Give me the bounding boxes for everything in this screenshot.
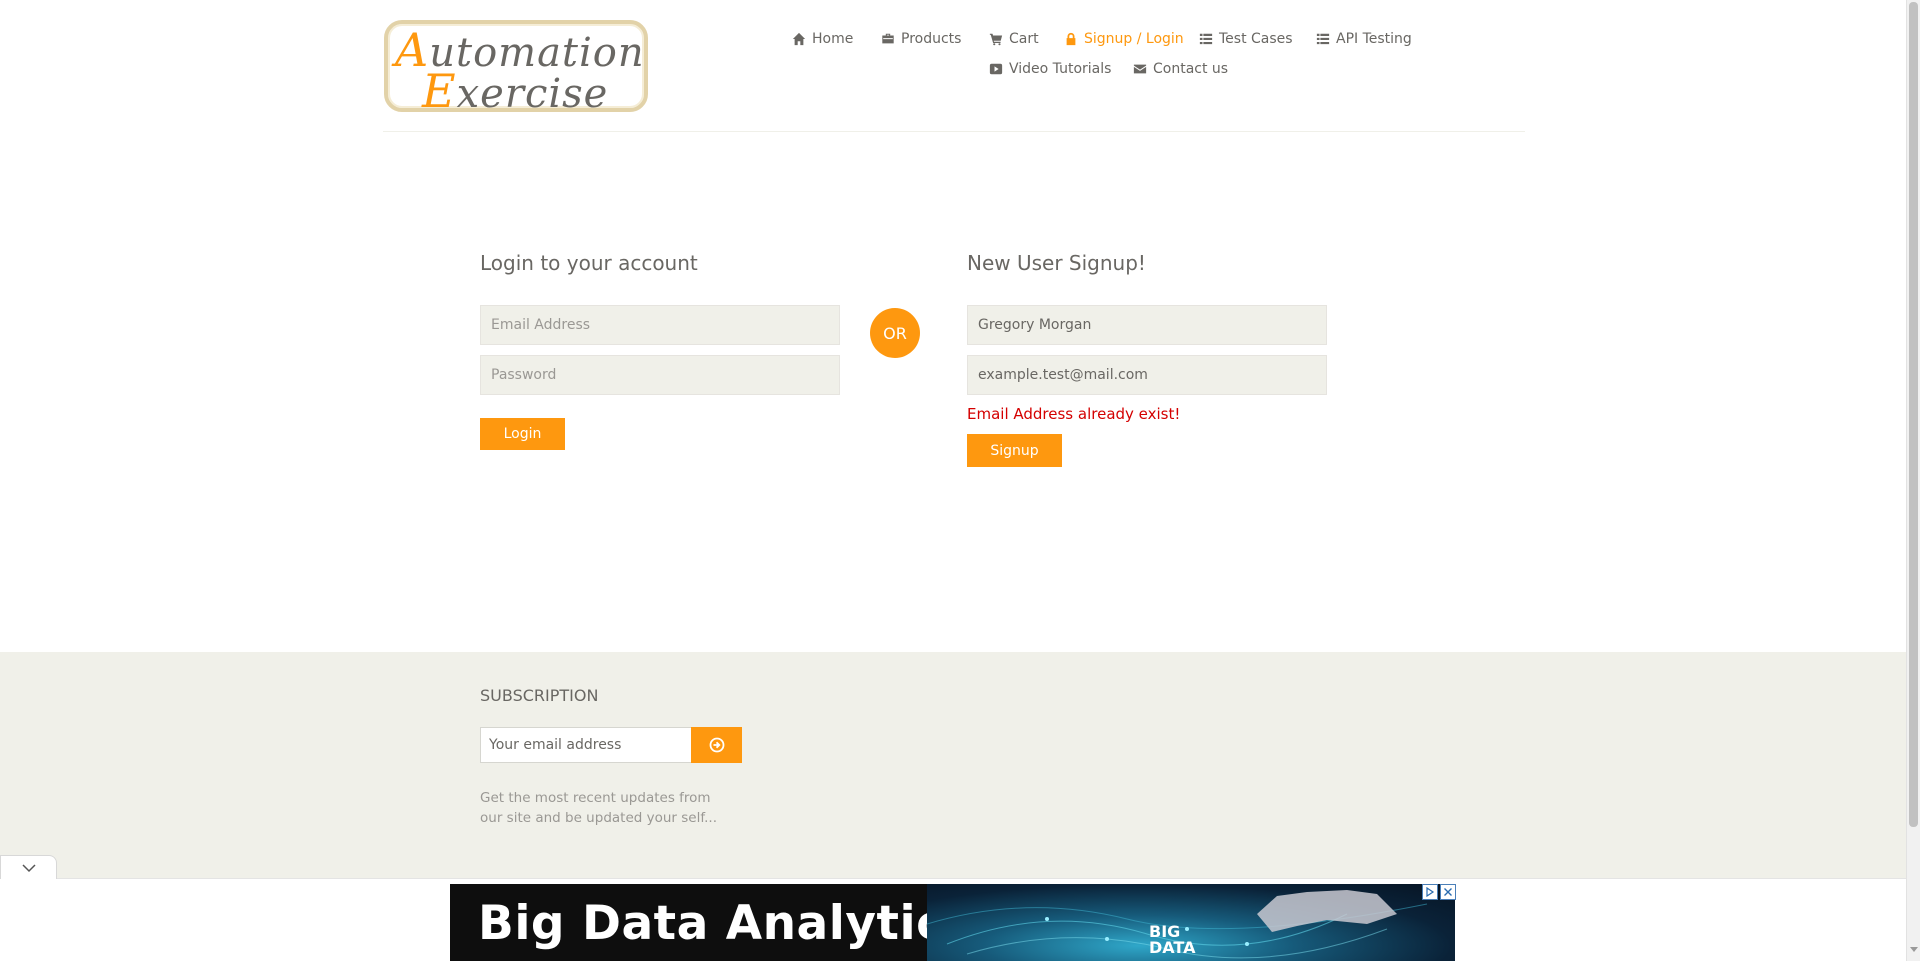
nav-products[interactable]: Products: [881, 31, 961, 47]
play-triangle-icon: [1426, 887, 1435, 897]
cart-icon: [989, 33, 1003, 46]
briefcase-icon: [882, 33, 894, 44]
scrollbar-thumb[interactable]: [1909, 2, 1918, 827]
scroll-down-arrow-icon[interactable]: [1910, 947, 1918, 952]
ad-image: BIG DATA: [927, 884, 1455, 961]
nav-signup-login[interactable]: Signup / Login: [1064, 31, 1184, 47]
ad-choices-button[interactable]: [1422, 884, 1438, 900]
main-nav: Home Products Cart Signup / Login Test C…: [383, 22, 1525, 92]
nav-cart[interactable]: Cart: [989, 31, 1039, 47]
ad-banner[interactable]: Big Data Analytics BIG DATA: [450, 884, 1455, 961]
chevron-down-icon: [21, 863, 36, 872]
ad-headline: Big Data Analytics: [478, 896, 973, 951]
login-title: Login to your account: [480, 251, 698, 275]
ad-controls: [1422, 884, 1456, 900]
list-icon: [1316, 33, 1330, 45]
page-scrollbar[interactable]: [1906, 0, 1920, 961]
login-button[interactable]: Login: [480, 418, 565, 450]
home-icon: [792, 32, 806, 46]
subscription-title: SUBSCRIPTION: [480, 686, 599, 705]
lock-icon: [1066, 32, 1076, 46]
subscribe-button[interactable]: [691, 727, 742, 763]
login-password-field[interactable]: Password: [480, 355, 840, 395]
close-icon: [1444, 888, 1452, 896]
subscription-description: Get the most recent updates from our sit…: [480, 790, 717, 826]
signup-email-field[interactable]: example.test@mail.com: [967, 355, 1327, 395]
arrow-circle-right-icon: [709, 737, 724, 753]
ad-collapse-toggle[interactable]: [0, 855, 57, 879]
nav-api-testing[interactable]: API Testing: [1316, 31, 1412, 47]
signup-button[interactable]: Signup: [967, 434, 1062, 467]
signup-title: New User Signup!: [967, 251, 1146, 275]
nav-test-cases[interactable]: Test Cases: [1199, 31, 1293, 47]
subscription-email-input[interactable]: Your email address: [480, 727, 692, 763]
signup-error-message: Email Address already exist!: [967, 405, 1181, 423]
nav-home[interactable]: Home: [792, 31, 853, 47]
ad-close-button[interactable]: [1440, 884, 1456, 900]
nav-video-tutorials[interactable]: Video Tutorials: [989, 61, 1111, 77]
or-divider: OR: [870, 308, 920, 358]
youtube-play-icon: [989, 63, 1003, 75]
login-email-field[interactable]: Email Address: [480, 305, 840, 345]
signup-name-field[interactable]: Gregory Morgan: [967, 305, 1327, 345]
list-icon: [1199, 33, 1213, 45]
envelope-icon: [1133, 64, 1147, 74]
site-header: Automation Exercise Home Products Cart S…: [383, 0, 1525, 132]
nav-contact-us[interactable]: Contact us: [1133, 61, 1228, 77]
footer: [0, 652, 1906, 882]
